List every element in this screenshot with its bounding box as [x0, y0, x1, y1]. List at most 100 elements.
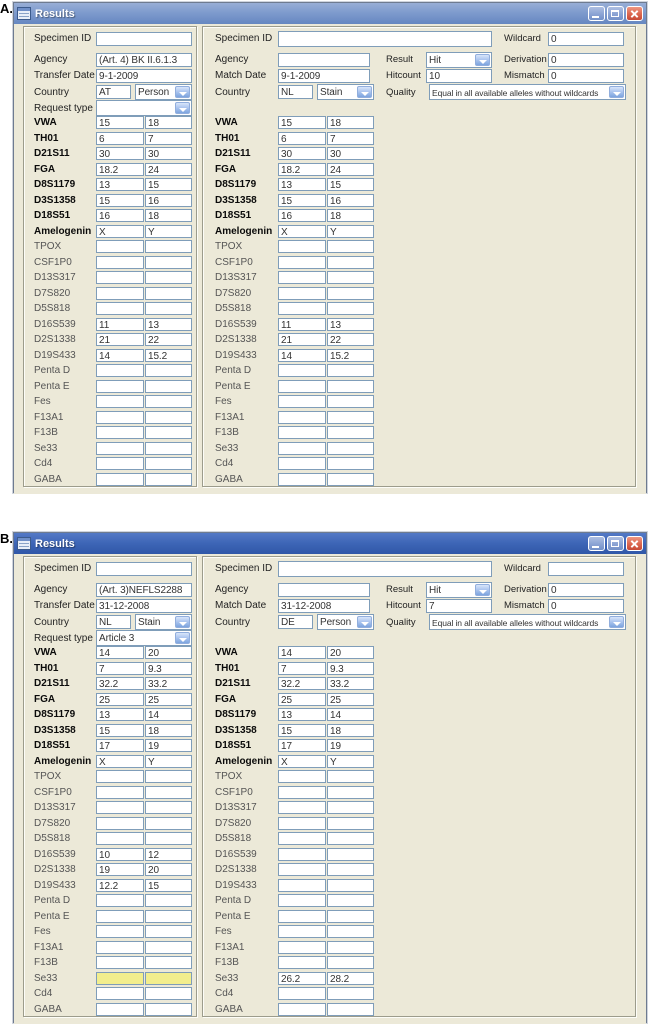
- allele-d21s11-1[interactable]: 32.2: [278, 677, 326, 690]
- allele-d7s820-2[interactable]: [145, 286, 192, 300]
- allele-d8s1179-2[interactable]: 14: [327, 708, 374, 721]
- allele-d19s433-2[interactable]: [327, 878, 374, 892]
- allele-penta-e-2[interactable]: [145, 909, 192, 923]
- allele-cd4-1[interactable]: [96, 987, 144, 1000]
- allele-th01-1[interactable]: 6: [278, 131, 326, 145]
- close-button[interactable]: [626, 536, 643, 551]
- allele-fga-1[interactable]: 18.2: [96, 162, 144, 176]
- allele-d5s818-2[interactable]: [327, 302, 374, 315]
- allele-f13b-2[interactable]: [145, 426, 192, 439]
- allele-d19s433-1[interactable]: 14: [96, 348, 144, 362]
- allele-d16s539-2[interactable]: 13: [327, 317, 374, 331]
- allele-se33-1[interactable]: [278, 441, 326, 455]
- agency-field[interactable]: (Art. 3)NEFLS2288: [96, 583, 192, 597]
- allele-d13s317-2[interactable]: [327, 271, 374, 284]
- allele-fga-1[interactable]: 25: [278, 692, 326, 706]
- allele-se33-2[interactable]: [145, 441, 192, 455]
- allele-amelogenin-2[interactable]: Y: [327, 224, 374, 238]
- allele-f13a1-1[interactable]: [96, 410, 144, 424]
- allele-fes-2[interactable]: [145, 395, 192, 408]
- allele-se33-1[interactable]: [96, 971, 144, 985]
- maximize-button[interactable]: [607, 6, 624, 21]
- allele-tpox-1[interactable]: [96, 770, 144, 783]
- allele-csf1p0-2[interactable]: [327, 255, 374, 269]
- allele-f13b-1[interactable]: [278, 426, 326, 439]
- allele-se33-1[interactable]: 26.2: [278, 971, 326, 985]
- allele-gaba-2[interactable]: [327, 1002, 374, 1016]
- allele-vwa-1[interactable]: 14: [96, 646, 144, 659]
- allele-amelogenin-2[interactable]: Y: [145, 224, 192, 238]
- allele-tpox-1[interactable]: [278, 240, 326, 253]
- allele-fes-2[interactable]: [327, 395, 374, 408]
- allele-d16s539-1[interactable]: [278, 847, 326, 861]
- chevron-down-icon[interactable]: [609, 616, 624, 628]
- allele-d3s1358-1[interactable]: 15: [96, 723, 144, 737]
- allele-csf1p0-1[interactable]: [96, 785, 144, 799]
- result-select[interactable]: Hit: [426, 582, 492, 598]
- allele-d5s818-1[interactable]: [278, 302, 326, 315]
- allele-f13b-1[interactable]: [278, 956, 326, 969]
- allele-th01-2[interactable]: 9.3: [327, 661, 374, 675]
- specimen-id-field[interactable]: [278, 561, 492, 577]
- allele-d2s1338-2[interactable]: [327, 863, 374, 876]
- allele-penta-d-1[interactable]: [278, 894, 326, 907]
- allele-d21s11-1[interactable]: 30: [278, 147, 326, 160]
- allele-d19s433-1[interactable]: 12.2: [96, 878, 144, 892]
- allele-d3s1358-1[interactable]: 15: [96, 193, 144, 207]
- agency-field[interactable]: (Art. 4) BK II.6.1.3: [96, 53, 192, 67]
- hitcount-field[interactable]: 7: [426, 599, 492, 613]
- allele-csf1p0-2[interactable]: [145, 785, 192, 799]
- allele-d3s1358-1[interactable]: 15: [278, 193, 326, 207]
- allele-f13b-1[interactable]: [96, 956, 144, 969]
- allele-fga-1[interactable]: 18.2: [278, 162, 326, 176]
- allele-d16s539-2[interactable]: 12: [145, 847, 192, 861]
- allele-d13s317-1[interactable]: [96, 801, 144, 814]
- allele-d19s433-2[interactable]: 15: [145, 878, 192, 892]
- allele-d3s1358-1[interactable]: 15: [278, 723, 326, 737]
- wildcard-field[interactable]: [548, 562, 624, 576]
- allele-d21s11-1[interactable]: 32.2: [96, 677, 144, 690]
- allele-penta-d-2[interactable]: [145, 364, 192, 377]
- allele-f13a1-1[interactable]: [278, 410, 326, 424]
- allele-d2s1338-1[interactable]: 21: [278, 333, 326, 346]
- allele-f13b-2[interactable]: [327, 426, 374, 439]
- chevron-down-icon[interactable]: [175, 102, 190, 114]
- allele-d21s11-1[interactable]: 30: [96, 147, 144, 160]
- allele-d2s1338-1[interactable]: 21: [96, 333, 144, 346]
- allele-csf1p0-1[interactable]: [96, 255, 144, 269]
- allele-d13s317-1[interactable]: [278, 801, 326, 814]
- allele-th01-2[interactable]: 7: [145, 131, 192, 145]
- allele-penta-e-2[interactable]: [327, 909, 374, 923]
- allele-d7s820-2[interactable]: [145, 816, 192, 830]
- allele-d18s51-2[interactable]: 19: [327, 739, 374, 752]
- allele-vwa-2[interactable]: 18: [327, 116, 374, 129]
- allele-d13s317-1[interactable]: [278, 271, 326, 284]
- allele-f13b-2[interactable]: [145, 956, 192, 969]
- allele-se33-2[interactable]: 28.2: [327, 971, 374, 985]
- allele-d7s820-1[interactable]: [278, 816, 326, 830]
- agency-field[interactable]: [278, 53, 370, 67]
- result-select[interactable]: Hit: [426, 52, 492, 68]
- quality-select[interactable]: Equal in all available alleles without w…: [429, 84, 626, 100]
- allele-fga-2[interactable]: 25: [145, 692, 192, 706]
- allele-cd4-1[interactable]: [278, 457, 326, 470]
- allele-vwa-1[interactable]: 14: [278, 646, 326, 659]
- allele-d8s1179-1[interactable]: 13: [96, 178, 144, 191]
- allele-gaba-2[interactable]: [145, 472, 192, 486]
- allele-f13a1-2[interactable]: [145, 940, 192, 954]
- allele-d18s51-1[interactable]: 17: [96, 739, 144, 752]
- allele-d5s818-1[interactable]: [278, 832, 326, 845]
- allele-d8s1179-2[interactable]: 15: [145, 178, 192, 191]
- chevron-down-icon[interactable]: [357, 86, 372, 98]
- allele-d8s1179-2[interactable]: 15: [327, 178, 374, 191]
- derivation-field[interactable]: 0: [548, 583, 624, 597]
- allele-d3s1358-2[interactable]: 16: [145, 193, 192, 207]
- allele-th01-1[interactable]: 7: [96, 661, 144, 675]
- allele-gaba-1[interactable]: [96, 472, 144, 486]
- allele-fes-1[interactable]: [96, 395, 144, 408]
- allele-th01-2[interactable]: 7: [327, 131, 374, 145]
- allele-d19s433-2[interactable]: 15.2: [145, 348, 192, 362]
- allele-vwa-2[interactable]: 20: [145, 646, 192, 659]
- allele-penta-e-1[interactable]: [278, 379, 326, 393]
- allele-penta-d-2[interactable]: [327, 894, 374, 907]
